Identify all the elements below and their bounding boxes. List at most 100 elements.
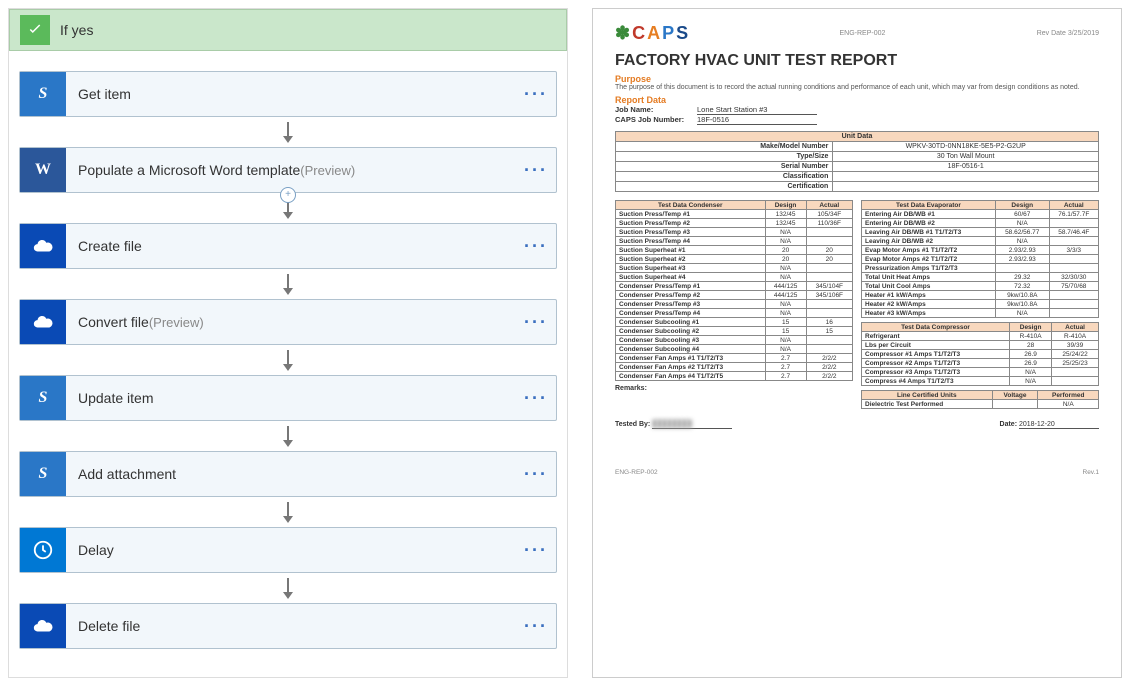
flow-step-card[interactable]: Get item··· xyxy=(19,71,557,117)
table-row: Leaving Air DB/WB #2N/A xyxy=(862,237,1099,246)
table-row: Dielectric Test PerformedN/A xyxy=(862,400,1099,409)
table-row: Suction Superheat #4N/A xyxy=(616,273,853,282)
table-row: Condenser Press/Temp #4N/A xyxy=(616,309,853,318)
table-row: Compressor #1 Amps T1/T2/T326.925/24/22 xyxy=(862,350,1099,359)
table-row: Suction Superheat #22020 xyxy=(616,255,853,264)
table-row: Condenser Subcooling #3N/A xyxy=(616,336,853,345)
table-row: Certification xyxy=(616,182,1099,192)
flow-step-card[interactable]: Delay··· xyxy=(19,527,557,573)
table-row: Suction Press/Temp #2132/45110/36F xyxy=(616,219,853,228)
more-icon[interactable]: ··· xyxy=(516,84,556,105)
table-row: Suction Press/Temp #4N/A xyxy=(616,237,853,246)
more-icon[interactable]: ··· xyxy=(516,616,556,637)
purpose-text: The purpose of this document is to recor… xyxy=(615,84,1099,91)
table-row: Condenser Press/Temp #1444/125345/104F xyxy=(616,282,853,291)
report-document: ✽ CAPS ENG-REP-002 Rev Date 3/25/2019 FA… xyxy=(592,8,1122,678)
job-name-row: Job Name: Lone Start Station #3 xyxy=(615,105,1099,115)
table-row: Make/Model NumberWPKV-30TD-0NN18KE-5E5-P… xyxy=(616,142,1099,152)
table-row: Suction Press/Temp #1132/45105/34F xyxy=(616,210,853,219)
table-row: Total Unit Cool Amps72.3275/70/68 xyxy=(862,282,1099,291)
table-row: Compressor #2 Amps T1/T2/T326.925/25/23 xyxy=(862,359,1099,368)
table-row: Serial Number18F-0516-1 xyxy=(616,162,1099,172)
gear-icon: ✽ xyxy=(615,23,630,44)
flow-arrow-icon[interactable] xyxy=(19,345,557,375)
table-row: Total Unit Heat Amps29.3232/30/30 xyxy=(862,273,1099,282)
table-row: Heater #2 kW/Amps9kw/10.8A xyxy=(862,300,1099,309)
table-row: Lbs per Circuit2839/39 xyxy=(862,341,1099,350)
onedrive-icon xyxy=(20,300,66,344)
doc-title: FACTORY HVAC UNIT TEST REPORT xyxy=(615,52,1099,70)
power-automate-flow: If yes Get item···Populate a Microsoft W… xyxy=(8,8,568,678)
flow-step-label: Create file xyxy=(66,238,516,254)
onedrive-icon xyxy=(20,604,66,648)
table-row: Leaving Air DB/WB #1 T1/T2/T358.62/56.77… xyxy=(862,228,1099,237)
flow-arrow-icon[interactable] xyxy=(19,573,557,603)
table-row: Suction Superheat #12020 xyxy=(616,246,853,255)
table-row: Pressurization Amps T1/T2/T3 xyxy=(862,264,1099,273)
clock-icon xyxy=(20,528,66,572)
table-row: Condenser Subcooling #4N/A xyxy=(616,345,853,354)
table-row: Compressor #3 Amps T1/T2/T3N/A xyxy=(862,368,1099,377)
purpose-heading: Purpose xyxy=(615,74,1099,84)
table-row: Entering Air DB/WB #2N/A xyxy=(862,219,1099,228)
more-icon[interactable]: ··· xyxy=(516,236,556,257)
more-icon[interactable]: ··· xyxy=(516,388,556,409)
flow-arrow-icon[interactable] xyxy=(19,269,557,299)
onedrive-icon xyxy=(20,224,66,268)
flow-step-card[interactable]: Convert file(Preview)··· xyxy=(19,299,557,345)
table-row: Condenser Fan Amps #4 T1/T2/T52.72/2/2 xyxy=(616,372,853,381)
table-row: Suction Superheat #3N/A xyxy=(616,264,853,273)
flow-step-label: Delete file xyxy=(66,618,516,634)
flow-arrow-icon[interactable] xyxy=(19,421,557,451)
report-data-heading: Report Data xyxy=(615,95,1099,105)
sharepoint-icon xyxy=(20,72,66,116)
doc-header: ✽ CAPS ENG-REP-002 Rev Date 3/25/2019 xyxy=(615,23,1099,44)
table-row: Classification xyxy=(616,172,1099,182)
more-icon[interactable]: ··· xyxy=(516,312,556,333)
flow-step-label: Populate a Microsoft Word template(Previ… xyxy=(66,162,516,178)
table-row: Heater #1 kW/Amps9kw/10.8A xyxy=(862,291,1099,300)
flow-arrow-icon[interactable] xyxy=(19,193,557,223)
word-icon xyxy=(20,148,66,192)
doc-footer: ENG-REP-002 Rev.1 xyxy=(615,469,1099,476)
table-row: Condenser Press/Temp #3N/A xyxy=(616,300,853,309)
more-icon[interactable]: ··· xyxy=(516,464,556,485)
caps-logo: ✽ CAPS xyxy=(615,23,688,44)
flow-step-card[interactable]: Delete file··· xyxy=(19,603,557,649)
table-row: Entering Air DB/WB #160/6776.1/57.7F xyxy=(862,210,1099,219)
flow-step-label: Get item xyxy=(66,86,516,102)
flow-steps-container: Get item···Populate a Microsoft Word tem… xyxy=(19,51,557,649)
more-icon[interactable]: ··· xyxy=(516,160,556,181)
sharepoint-icon xyxy=(20,452,66,496)
table-row: Compress #4 Amps T1/T2/T3N/A xyxy=(862,377,1099,386)
flow-step-card[interactable]: Update item··· xyxy=(19,375,557,421)
table-row: Condenser Press/Temp #2444/125345/106F xyxy=(616,291,853,300)
condition-title: If yes xyxy=(60,22,93,38)
table-row: Evap Motor Amps #1 T1/T2/T22.93/2.933/3/… xyxy=(862,246,1099,255)
flow-step-label: Convert file(Preview) xyxy=(66,314,516,330)
rev-date: Rev Date 3/25/2019 xyxy=(1037,30,1099,37)
flow-arrow-icon[interactable] xyxy=(19,117,557,147)
flow-step-label: Add attachment xyxy=(66,466,516,482)
doc-id: ENG-REP-002 xyxy=(839,30,885,37)
table-row: Condenser Subcooling #11516 xyxy=(616,318,853,327)
flow-arrow-icon[interactable] xyxy=(19,497,557,527)
table-row: Condenser Fan Amps #2 T1/T2/T32.72/2/2 xyxy=(616,363,853,372)
table-row: Condenser Subcooling #21515 xyxy=(616,327,853,336)
compressor-table: Test Data Compressor Design Actual Refri… xyxy=(861,322,1099,386)
remarks-label: Remarks: xyxy=(615,385,853,392)
condenser-table: Test Data Condenser Design Actual Suctio… xyxy=(615,200,853,381)
table-row: RefrigerantR-410AR-410A xyxy=(862,332,1099,341)
flow-step-card[interactable]: Create file··· xyxy=(19,223,557,269)
table-row: Condenser Fan Amps #1 T1/T2/T32.72/2/2 xyxy=(616,354,853,363)
more-icon[interactable]: ··· xyxy=(516,540,556,561)
evaporator-table: Test Data Evaporator Design Actual Enter… xyxy=(861,200,1099,318)
tested-by-row: Tested By: ████████ Date: 2018-12-20 xyxy=(615,421,1099,429)
table-row: Heater #3 kW/AmpsN/A xyxy=(862,309,1099,318)
flow-step-card[interactable]: Add attachment··· xyxy=(19,451,557,497)
check-icon xyxy=(20,15,50,45)
flow-step-label: Update item xyxy=(66,390,516,406)
table-row: Evap Motor Amps #2 T1/T2/T22.93/2.93 xyxy=(862,255,1099,264)
unit-data-table: Unit Data Make/Model NumberWPKV-30TD-0NN… xyxy=(615,131,1099,192)
flow-condition-header[interactable]: If yes xyxy=(9,9,567,51)
